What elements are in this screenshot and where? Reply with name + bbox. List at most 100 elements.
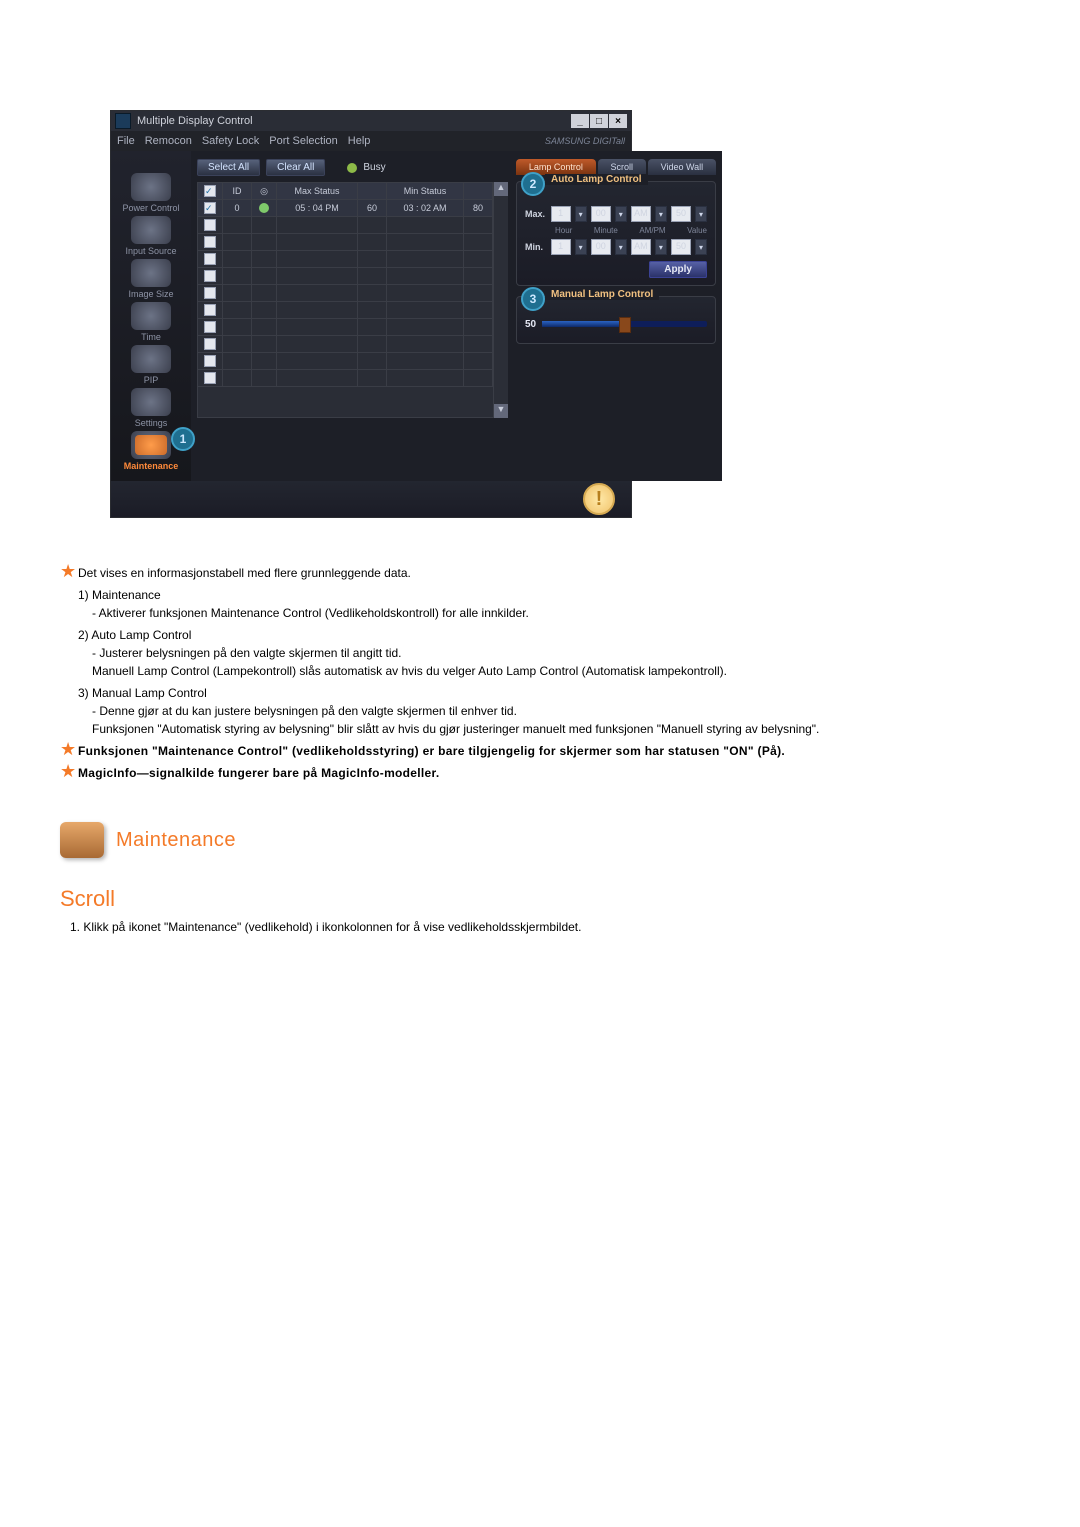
- sidebar-item-maintenance[interactable]: 1 Maintenance: [111, 429, 191, 471]
- sublabel-minute: Minute: [594, 226, 618, 235]
- scroll-up-icon[interactable]: ▲: [494, 182, 508, 196]
- clear-all-button[interactable]: Clear All: [266, 159, 325, 176]
- menu-file[interactable]: File: [117, 135, 135, 147]
- menu-portselection[interactable]: Port Selection: [269, 135, 337, 147]
- sidebar-item-power[interactable]: Power Control: [111, 171, 191, 213]
- close-icon[interactable]: ×: [609, 114, 627, 128]
- chevron-down-icon[interactable]: ▾: [615, 239, 627, 255]
- pip-icon: [131, 345, 171, 373]
- sublabel-hour: Hour: [555, 226, 572, 235]
- select-all-button[interactable]: Select All: [197, 159, 260, 176]
- maximize-icon[interactable]: □: [590, 114, 608, 128]
- sublabel-value: Value: [687, 226, 707, 235]
- row-minstatus: 03 : 02 AM: [387, 200, 464, 216]
- chevron-down-icon[interactable]: ▾: [655, 239, 667, 255]
- chevron-down-icon[interactable]: ▾: [575, 239, 587, 255]
- max-hour-select[interactable]: 1: [551, 206, 571, 222]
- row-checkbox[interactable]: [204, 321, 216, 333]
- sidebar-item-settings[interactable]: Settings: [111, 386, 191, 428]
- label-max: Max.: [525, 209, 547, 219]
- auto-lamp-group: 2 Auto Lamp Control Max. 1▾ 00▾ AM▾ 50▾ …: [516, 181, 716, 286]
- col-status-icon: ◎: [252, 183, 277, 199]
- warning-icon: !: [583, 483, 615, 515]
- sidebar-item-pip[interactable]: PIP: [111, 343, 191, 385]
- list-item: 1) Maintenance - Aktiverer funksjonen Ma…: [78, 586, 1020, 622]
- table-row: [198, 336, 493, 353]
- sidebar-item-imagesize[interactable]: Image Size: [111, 257, 191, 299]
- row-checkbox[interactable]: [204, 202, 216, 214]
- app-window: Multiple Display Control _ □ × File Remo…: [110, 110, 632, 518]
- col-maxstatus: Max Status: [277, 183, 358, 199]
- image-size-icon: [131, 259, 171, 287]
- app-icon: [115, 113, 131, 129]
- manual-lamp-title: Manual Lamp Control: [545, 289, 659, 300]
- busy-indicator-icon: [347, 163, 357, 173]
- row-checkbox[interactable]: [204, 304, 216, 316]
- table-row: [198, 268, 493, 285]
- star-bullet-icon: ★: [60, 742, 78, 756]
- callout-3: 3: [521, 287, 545, 311]
- manual-lamp-slider[interactable]: [542, 321, 707, 327]
- chevron-down-icon[interactable]: ▾: [695, 239, 707, 255]
- row-checkbox[interactable]: [204, 287, 216, 299]
- menubar: File Remocon Safety Lock Port Selection …: [111, 131, 631, 151]
- row-checkbox[interactable]: [204, 355, 216, 367]
- row-checkbox[interactable]: [204, 338, 216, 350]
- list-item: 3) Manual Lamp Control - Denne gjør at d…: [78, 684, 1020, 738]
- table-row: [198, 302, 493, 319]
- tab-video-wall[interactable]: Video Wall: [648, 159, 716, 175]
- notes-section: ★ Det vises en informasjonstabell med fl…: [60, 564, 1020, 782]
- sidebar-item-input[interactable]: Input Source: [111, 214, 191, 256]
- center-area: Select All Clear All Busy ID ◎ Max Statu…: [191, 151, 514, 481]
- chevron-down-icon[interactable]: ▾: [575, 206, 587, 222]
- bold-note-1: Funksjonen "Maintenance Control" (vedlik…: [78, 742, 785, 760]
- status-grid: ID ◎ Max Status Min Status 0 05 : 04 PM: [197, 182, 494, 418]
- manual-lamp-value: 50: [525, 319, 536, 330]
- grid-scrollbar[interactable]: ▲ ▼: [494, 182, 508, 418]
- subsection-title: Scroll: [60, 886, 1020, 912]
- row-checkbox[interactable]: [204, 236, 216, 248]
- footer: !: [111, 481, 631, 517]
- min-value-select[interactable]: 50: [671, 239, 691, 255]
- apply-button[interactable]: Apply: [649, 261, 707, 278]
- min-ampm-select[interactable]: AM: [631, 239, 651, 255]
- minimize-icon[interactable]: _: [571, 114, 589, 128]
- table-row: [198, 234, 493, 251]
- max-ampm-select[interactable]: AM: [631, 206, 651, 222]
- row-minvalue: 80: [464, 200, 493, 216]
- power-icon: [131, 173, 171, 201]
- menu-remocon[interactable]: Remocon: [145, 135, 192, 147]
- busy-label: Busy: [363, 162, 385, 173]
- row-checkbox[interactable]: [204, 253, 216, 265]
- table-row: [198, 319, 493, 336]
- menu-help[interactable]: Help: [348, 135, 371, 147]
- tab-scroll[interactable]: Scroll: [598, 159, 646, 175]
- maintenance-icon: [131, 431, 171, 459]
- star-bullet-icon: ★: [60, 564, 78, 578]
- label-min: Min.: [525, 242, 547, 252]
- scroll-down-icon[interactable]: ▼: [494, 404, 508, 418]
- menu-safetylock[interactable]: Safety Lock: [202, 135, 259, 147]
- header-checkbox[interactable]: [204, 185, 216, 197]
- note-intro: Det vises en informasjonstabell med fler…: [78, 564, 411, 582]
- chevron-down-icon[interactable]: ▾: [695, 206, 707, 222]
- row-checkbox[interactable]: [204, 372, 216, 384]
- grid-header: ID ◎ Max Status Min Status: [198, 183, 493, 200]
- callout-1: 1: [171, 427, 195, 451]
- section-heading: Maintenance: [60, 822, 1020, 858]
- section-title: Maintenance: [116, 829, 236, 852]
- table-row[interactable]: 0 05 : 04 PM 60 03 : 02 AM 80: [198, 200, 493, 217]
- slider-thumb-icon[interactable]: [619, 317, 631, 333]
- row-checkbox[interactable]: [204, 219, 216, 231]
- sidebar-item-time[interactable]: Time: [111, 300, 191, 342]
- chevron-down-icon[interactable]: ▾: [615, 206, 627, 222]
- min-hour-select[interactable]: 1: [551, 239, 571, 255]
- right-panel: Lamp Control Scroll Video Wall 2 Auto La…: [514, 151, 722, 481]
- time-icon: [131, 302, 171, 330]
- status-dot-icon: [259, 203, 269, 213]
- min-minute-select[interactable]: 00: [591, 239, 611, 255]
- chevron-down-icon[interactable]: ▾: [655, 206, 667, 222]
- max-value-select[interactable]: 50: [671, 206, 691, 222]
- row-checkbox[interactable]: [204, 270, 216, 282]
- max-minute-select[interactable]: 00: [591, 206, 611, 222]
